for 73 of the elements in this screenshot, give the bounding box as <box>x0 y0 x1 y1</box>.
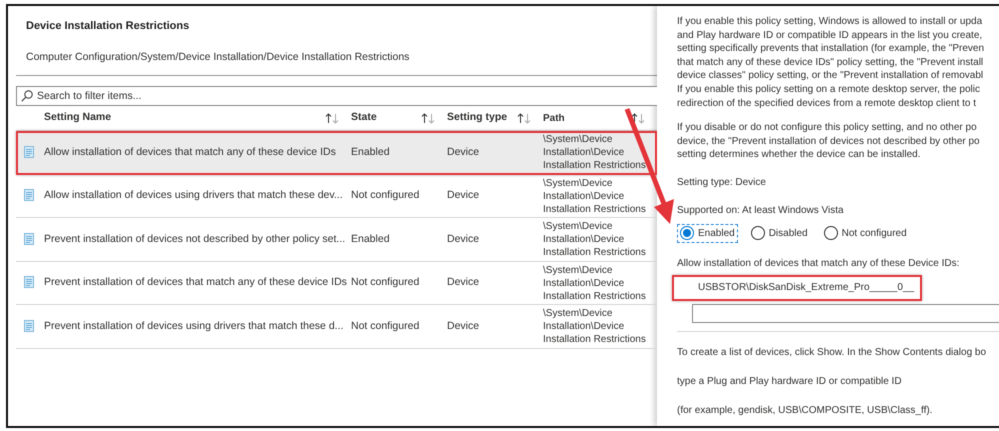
help-text: To create a list of devices, click Show. In the Show Contents dialog bo <box>677 346 988 360</box>
column-header[interactable]: Setting Name <box>44 110 112 126</box>
setting-path: \System\Device <box>543 307 614 320</box>
setting-path: \System\Device <box>543 133 614 146</box>
document-icon <box>24 189 34 202</box>
setting-path: Installation Restrictions <box>543 202 647 216</box>
breadcrumb-path: Computer Configuration/System/Device Installation/Device Installation Restrictions <box>25 50 410 64</box>
setting-path: Installation Restrictions <box>543 159 647 172</box>
radio-option[interactable]: Enabled <box>677 224 738 243</box>
setting-path: \System\Device <box>543 176 614 190</box>
setting-path: Installation\Device <box>543 233 626 246</box>
table-row[interactable]: Prevent installation of devices not described by other policy set... Enabled Device \System\Device Installation\Device Installation Restrictions <box>16 218 657 262</box>
setting-path: \System\Device <box>543 264 614 276</box>
setting-name: Prevent installation of devices using drivers that match these d... <box>44 320 344 332</box>
document-icon <box>24 276 34 288</box>
setting-path: Installation\Device <box>543 276 626 290</box>
setting-path: Installation\Device <box>543 320 626 333</box>
sort-icon <box>631 112 645 124</box>
setting-name: Allow installation of devices using drivers that match these dev... <box>44 189 343 202</box>
input-field[interactable] <box>692 304 999 323</box>
column-header[interactable]: Setting type <box>447 110 508 126</box>
setting-path: \System\Device <box>543 220 614 233</box>
radio-option[interactable]: Disabled <box>748 224 811 243</box>
description-text: setting specifically prevents that installation (for example, the "Preven <box>677 42 986 56</box>
page-title: Device Installation Restrictions <box>25 19 190 34</box>
setting-path: Installation Restrictions <box>543 246 647 259</box>
list-entry[interactable]: USBSTOR\DiskSanDisk_Extreme_Pro_____0__ <box>672 274 922 301</box>
description-text: If you enable this policy setting on a remote desktop server, the polic <box>677 82 981 97</box>
setting-type: Device <box>447 320 480 332</box>
description-text: redirection of the specified devices from a remote desktop client to t <box>677 96 978 110</box>
description-text: and Play hardware ID or compatible ID appears in the list you create, <box>677 28 984 42</box>
description-text: If you disable or do not configure this policy setting, and no other po <box>677 121 978 135</box>
list-label: Allow installation of devices that match any of these Device IDs: <box>677 256 960 271</box>
column-header[interactable]: Path <box>543 110 565 126</box>
setting-name: Prevent installation of devices not described by other policy set... <box>44 232 346 245</box>
column-header[interactable]: State <box>351 110 377 126</box>
radio-option[interactable]: Not configured <box>820 224 910 243</box>
document-icon <box>24 320 34 332</box>
setting-state: Enabled <box>351 146 390 158</box>
setting-name: Allow installation of devices that match any of these device IDs <box>44 146 336 158</box>
setting-path: Installation Restrictions <box>543 333 647 346</box>
setting-path: Installation Restrictions <box>543 290 647 302</box>
setting-type: Device <box>447 146 480 158</box>
setting-name: Prevent installation of devices that match any of these device IDs <box>44 276 347 288</box>
description-text: device classes" policy setting, or the "Prevent installation of removabl <box>677 69 984 83</box>
setting-type: Device <box>447 232 480 245</box>
setting-state: Not configured <box>351 320 420 332</box>
supported-on-label: Supported on: At least Windows Vista <box>677 204 845 218</box>
description-text: setting determines whether the device can be installed. <box>677 148 922 162</box>
setting-type: Device <box>447 189 480 202</box>
description-text: If you enable this policy setting, Windows is allowed to install or upda <box>677 15 984 29</box>
document-icon <box>24 146 34 158</box>
setting-type-label: Setting type: Device <box>677 176 767 190</box>
table-row[interactable]: Allow installation of devices that match any of these device IDs Enabled Device \System\Device Installation\Device Installation Restrictions <box>16 131 657 175</box>
document-icon <box>24 232 34 245</box>
setting-type: Device <box>447 276 480 288</box>
search-field[interactable]: Search to filter items... <box>16 86 657 106</box>
setting-state: Not configured <box>351 276 420 288</box>
setting-state: Not configured <box>351 189 420 202</box>
description-text: that match any of these device IDs" policy setting, the "Prevent install <box>677 56 984 70</box>
description-text: device, the "Prevent installation of devices not described by other po <box>677 134 981 148</box>
table-row[interactable]: Prevent installation of devices that match any of these device IDs Not configured Device \System\Device Installation\Device Installation Restrictions <box>16 262 657 306</box>
sort-icon <box>421 112 435 124</box>
help-text: type a Plug and Play hardware ID or compatible ID <box>677 374 903 389</box>
sort-icon <box>517 112 531 124</box>
help-text: (for example, gendisk, USB\COMPOSITE, USB\Class_ff). <box>677 404 934 418</box>
table-row[interactable]: Prevent installation of devices using drivers that match these d... Not configured Device \System\Device Installation\Device Installation Restrictions <box>16 305 657 349</box>
table-row[interactable]: Allow installation of devices using drivers that match these dev... Not configured Device \System\Device Installation\Device Installation Restrictions <box>16 174 657 218</box>
setting-state: Enabled <box>351 232 390 245</box>
setting-path: Installation\Device <box>543 190 626 202</box>
search-icon <box>21 90 33 102</box>
setting-path: Installation\Device <box>543 146 626 159</box>
sort-icon <box>325 112 339 124</box>
